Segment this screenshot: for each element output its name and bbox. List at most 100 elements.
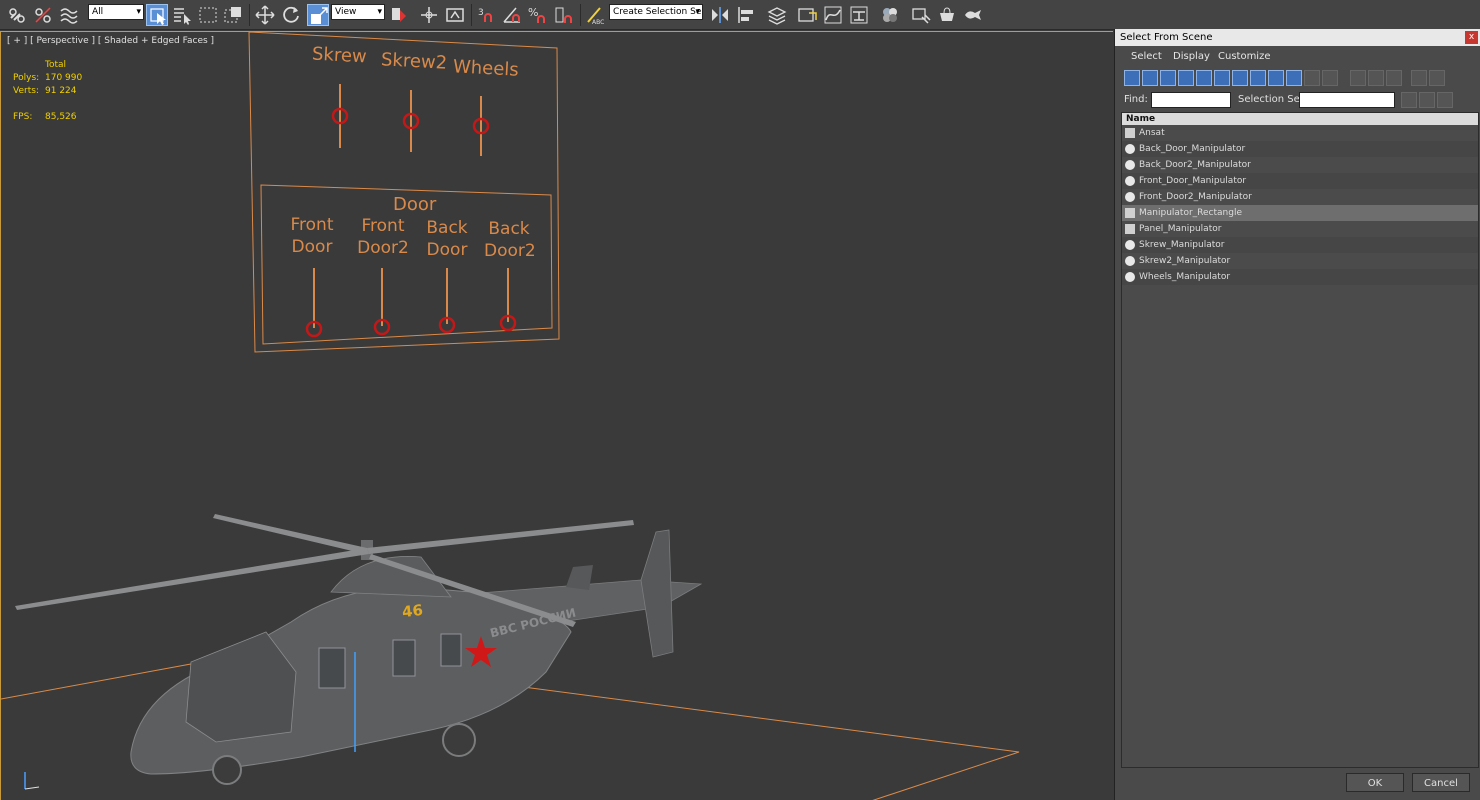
object-icon	[1125, 224, 1135, 234]
object-icon	[1125, 208, 1135, 218]
render-production-icon[interactable]	[962, 4, 984, 26]
stats-polys-label: Polys:	[13, 73, 40, 83]
svg-text:%: %	[528, 6, 538, 19]
selection-set-label: Selection Set:	[1238, 94, 1308, 105]
close-icon[interactable]: x	[1465, 31, 1478, 44]
front-door2-label: Front Door2	[357, 216, 409, 258]
delete-selection-set-icon[interactable]	[1437, 92, 1453, 108]
window-crossing-icon[interactable]	[222, 4, 244, 26]
list-item[interactable]: Manipulator_Rectangle	[1122, 205, 1478, 221]
helicopter-model	[15, 514, 703, 790]
select-all-icon[interactable]	[1350, 70, 1366, 86]
display-cameras-icon[interactable]	[1178, 70, 1194, 86]
unlink-icon[interactable]	[32, 4, 54, 26]
select-from-scene-dialog: Select From Scene x Select Display Custo…	[1114, 29, 1480, 800]
filter-icon[interactable]	[1411, 70, 1427, 86]
snap-3d-icon[interactable]: 3	[476, 4, 498, 26]
menu-display[interactable]: Display	[1173, 51, 1210, 62]
rendered-frame-window-icon[interactable]	[936, 4, 958, 26]
curve-editor-icon[interactable]	[822, 4, 844, 26]
list-item-label: Skrew_Manipulator	[1139, 240, 1225, 250]
object-icon	[1125, 128, 1135, 138]
select-by-name-icon[interactable]	[171, 4, 193, 26]
helper-icon	[1125, 256, 1135, 266]
scene-object-list[interactable]: Name Ansat Back_Door_Manipulator Back_Door…	[1121, 112, 1479, 768]
svg-text:ABC: ABC	[592, 19, 604, 26]
keyboard-shortcut-icon[interactable]	[418, 4, 440, 26]
layer-manager-icon[interactable]	[766, 4, 788, 26]
display-frozen-icon[interactable]	[1304, 70, 1320, 86]
scene-canvas	[1, 32, 1020, 800]
render-setup-icon[interactable]	[910, 4, 932, 26]
dialog-menu-bar: Select Display Customize	[1115, 47, 1480, 67]
material-editor-icon[interactable]	[879, 4, 901, 26]
select-none-icon[interactable]	[1368, 70, 1384, 86]
helper-icon	[1125, 176, 1135, 186]
list-header-name[interactable]: Name	[1122, 113, 1478, 125]
display-xrefs-icon[interactable]	[1250, 70, 1266, 86]
display-hidden-icon[interactable]	[1322, 70, 1338, 86]
angle-snap-icon[interactable]	[501, 4, 523, 26]
load-selection-set-icon[interactable]	[1419, 92, 1435, 108]
select-object-icon[interactable]	[146, 4, 168, 26]
align-icon[interactable]	[735, 4, 757, 26]
save-selection-set-icon[interactable]	[1401, 92, 1417, 108]
scene-explorer-icon[interactable]	[796, 4, 818, 26]
snaps-toggle-icon[interactable]	[444, 4, 466, 26]
list-item[interactable]: Skrew_Manipulator	[1122, 237, 1478, 253]
rotate-icon[interactable]	[280, 4, 302, 26]
display-shapes-icon[interactable]	[1142, 70, 1158, 86]
door-title: Door	[393, 194, 437, 215]
list-item-label: Front_Door_Manipulator	[1139, 176, 1247, 186]
move-icon[interactable]	[254, 4, 276, 26]
hierarchy-icon[interactable]	[1429, 70, 1445, 86]
perspective-viewport[interactable]: 46 ВВС РОССИИ [ + ] [ Perspective ] [ Sh…	[0, 31, 1113, 800]
list-item[interactable]: Back_Door2_Manipulator	[1122, 157, 1478, 173]
link-icon[interactable]	[6, 4, 28, 26]
reference-coordinate-dropdown[interactable]: View	[331, 4, 385, 20]
back-door2-label: Back Door2	[484, 219, 536, 261]
rect-region-icon[interactable]	[197, 4, 219, 26]
display-groups-icon[interactable]	[1232, 70, 1248, 86]
edit-named-selection-icon[interactable]: ABC	[584, 4, 606, 26]
bind-spacewarp-icon[interactable]	[58, 4, 80, 26]
display-helpers-icon[interactable]	[1196, 70, 1212, 86]
selection-set-dropdown[interactable]	[1299, 92, 1395, 108]
skrew-label: Skrew	[311, 43, 368, 68]
find-label: Find:	[1124, 94, 1148, 105]
list-item[interactable]: Wheels_Manipulator	[1122, 269, 1478, 285]
helper-icon	[1125, 240, 1135, 250]
spinner-snap-icon[interactable]	[553, 4, 575, 26]
ok-button[interactable]: OK	[1346, 773, 1404, 792]
cancel-button[interactable]: Cancel	[1412, 773, 1470, 792]
find-input[interactable]	[1151, 92, 1231, 108]
menu-select[interactable]: Select	[1131, 51, 1162, 62]
select-manipulate-icon[interactable]	[388, 4, 410, 26]
list-item[interactable]: Skrew2_Manipulator	[1122, 253, 1478, 269]
display-lights-icon[interactable]	[1160, 70, 1176, 86]
display-spacewarps-icon[interactable]	[1214, 70, 1230, 86]
percent-snap-icon[interactable]: %	[527, 4, 549, 26]
dialog-title: Select From Scene	[1115, 29, 1480, 46]
select-invert-icon[interactable]	[1386, 70, 1402, 86]
list-item[interactable]: Panel_Manipulator	[1122, 221, 1478, 237]
list-item[interactable]: Front_Door2_Manipulator	[1122, 189, 1478, 205]
menu-customize[interactable]: Customize	[1218, 51, 1271, 62]
viewport-label[interactable]: [ + ] [ Perspective ] [ Shaded + Edged F…	[7, 36, 214, 46]
selection-filter-dropdown[interactable]: All	[88, 4, 144, 20]
list-item[interactable]: Back_Door_Manipulator	[1122, 141, 1478, 157]
display-geometry-icon[interactable]	[1124, 70, 1140, 86]
display-bones-icon[interactable]	[1268, 70, 1284, 86]
named-selection-set-dropdown[interactable]: Create Selection Se	[609, 4, 703, 20]
mirror-icon[interactable]	[709, 4, 731, 26]
stats-fps-value: 85,526	[45, 112, 77, 122]
helper-icon	[1125, 160, 1135, 170]
list-item-label: Front_Door2_Manipulator	[1139, 192, 1252, 202]
helper-icon	[1125, 144, 1135, 154]
list-item[interactable]: Front_Door_Manipulator	[1122, 173, 1478, 189]
schematic-view-icon[interactable]	[848, 4, 870, 26]
scale-icon[interactable]	[307, 4, 329, 26]
display-containers-icon[interactable]	[1286, 70, 1302, 86]
list-item[interactable]: Ansat	[1122, 125, 1478, 141]
helper-icon	[1125, 192, 1135, 202]
